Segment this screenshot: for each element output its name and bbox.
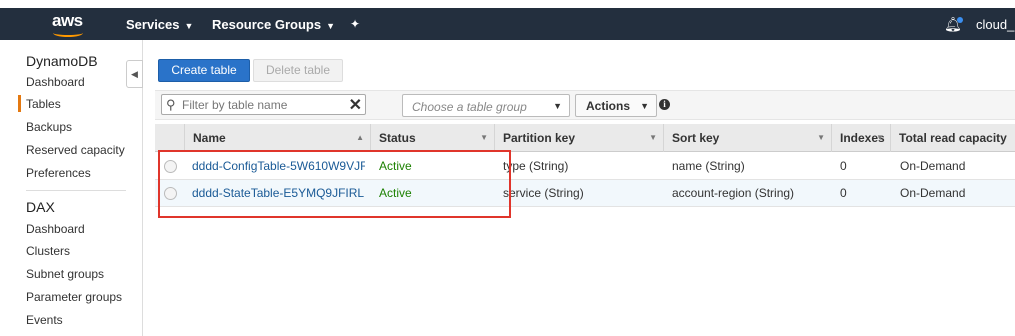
column-header-label: Total read capacity: [899, 131, 1007, 145]
sidebar: DynamoDB Dashboard Tables Backups Reserv…: [8, 40, 143, 336]
column-header-label: Sort key: [672, 131, 720, 145]
filter-input[interactable]: [182, 97, 342, 112]
chevron-down-icon: ▼: [640, 101, 649, 111]
sidebar-item-backups[interactable]: Backups: [26, 120, 72, 134]
column-header-sort-key[interactable]: Sort key ▼: [664, 124, 832, 152]
sidebar-item-events[interactable]: Events: [26, 313, 63, 327]
sort-icon: ▼: [480, 133, 488, 142]
top-nav-bar: aws Services ▼ Resource Groups ▼ ✦ 🔔︎ clou…: [0, 0, 1015, 40]
column-header-name[interactable]: Name ▲: [185, 124, 371, 152]
read-capacity-cell: On-Demand: [900, 159, 966, 173]
table-group-placeholder: Choose a table group: [412, 100, 527, 114]
sidebar-item-preferences[interactable]: Preferences: [26, 166, 91, 180]
resource-groups-label: Resource Groups: [212, 17, 322, 32]
highlight-annotation-box: [158, 150, 511, 218]
clear-filter-icon[interactable]: ✕: [349, 95, 362, 115]
column-header-total-read-capacity[interactable]: Total read capacity: [891, 124, 1015, 152]
delete-table-button[interactable]: Delete table: [253, 59, 343, 82]
indexes-cell: 0: [840, 159, 847, 173]
actions-label: Actions: [586, 99, 631, 113]
sidebar-item-dashboard[interactable]: Dashboard: [26, 75, 85, 89]
notification-dot: [957, 17, 963, 23]
create-table-button[interactable]: Create table: [158, 59, 250, 82]
column-header-indexes[interactable]: Indexes ▼: [832, 124, 891, 152]
column-header-label: Name: [193, 131, 226, 145]
sort-key-cell: account-region (String): [672, 186, 795, 200]
column-header-label: Partition key: [503, 131, 576, 145]
sidebar-divider: [26, 190, 126, 191]
column-header-status[interactable]: Status ▼: [371, 124, 495, 152]
resource-groups-menu[interactable]: Resource Groups ▼: [212, 17, 335, 32]
sidebar-heading-dynamodb: DynamoDB: [26, 53, 98, 69]
table-header: Name ▲ Status ▼ Partition key ▼ Sort key ▼ I…: [155, 124, 1015, 152]
indexes-cell: 0: [840, 186, 847, 200]
sidebar-item-subnet-groups[interactable]: Subnet groups: [26, 267, 104, 281]
chevron-down-icon: ▼: [553, 101, 562, 111]
partition-key-cell: type (String): [503, 159, 569, 173]
column-header-partition-key[interactable]: Partition key ▼: [495, 124, 664, 152]
aws-logo[interactable]: aws: [50, 11, 90, 37]
sidebar-heading-dax: DAX: [26, 199, 55, 215]
info-icon[interactable]: i: [659, 99, 670, 110]
chevron-down-icon: ▼: [184, 21, 194, 31]
sidebar-item-dax-dashboard[interactable]: Dashboard: [26, 222, 85, 236]
search-icon: ⚲: [166, 97, 176, 112]
account-menu[interactable]: cloud_: [976, 17, 1014, 32]
aws-logo-text: aws: [52, 11, 83, 30]
filter-box: ⚲ ✕: [161, 94, 366, 115]
column-header-label: Status: [379, 131, 416, 145]
sort-ascending-icon: ▲: [356, 133, 364, 142]
actions-dropdown[interactable]: Actions ▼: [575, 94, 657, 117]
sort-key-cell: name (String): [672, 159, 745, 173]
table-toolbar: ⚲ ✕ Choose a table group ▼ Actions ▼ i: [155, 90, 1015, 120]
table-group-select[interactable]: Choose a table group ▼: [402, 94, 570, 117]
services-label: Services: [126, 17, 180, 32]
sort-icon: ▼: [876, 133, 884, 142]
sidebar-item-clusters[interactable]: Clusters: [26, 244, 70, 258]
select-column-header: [155, 124, 185, 152]
sidebar-collapse-button[interactable]: ◀: [126, 60, 143, 88]
aws-smile-icon: [53, 29, 83, 37]
chevron-down-icon: ▼: [326, 21, 336, 31]
sort-icon: ▼: [817, 133, 825, 142]
partition-key-cell: service (String): [503, 186, 584, 200]
read-capacity-cell: On-Demand: [900, 186, 966, 200]
sidebar-item-tables[interactable]: Tables: [18, 95, 61, 112]
sort-icon: ▼: [649, 133, 657, 142]
sidebar-item-parameter-groups[interactable]: Parameter groups: [26, 290, 122, 304]
services-menu[interactable]: Services ▼: [126, 17, 193, 32]
sidebar-item-reserved-capacity[interactable]: Reserved capacity: [26, 143, 125, 157]
pin-icon[interactable]: ✦: [350, 17, 360, 31]
